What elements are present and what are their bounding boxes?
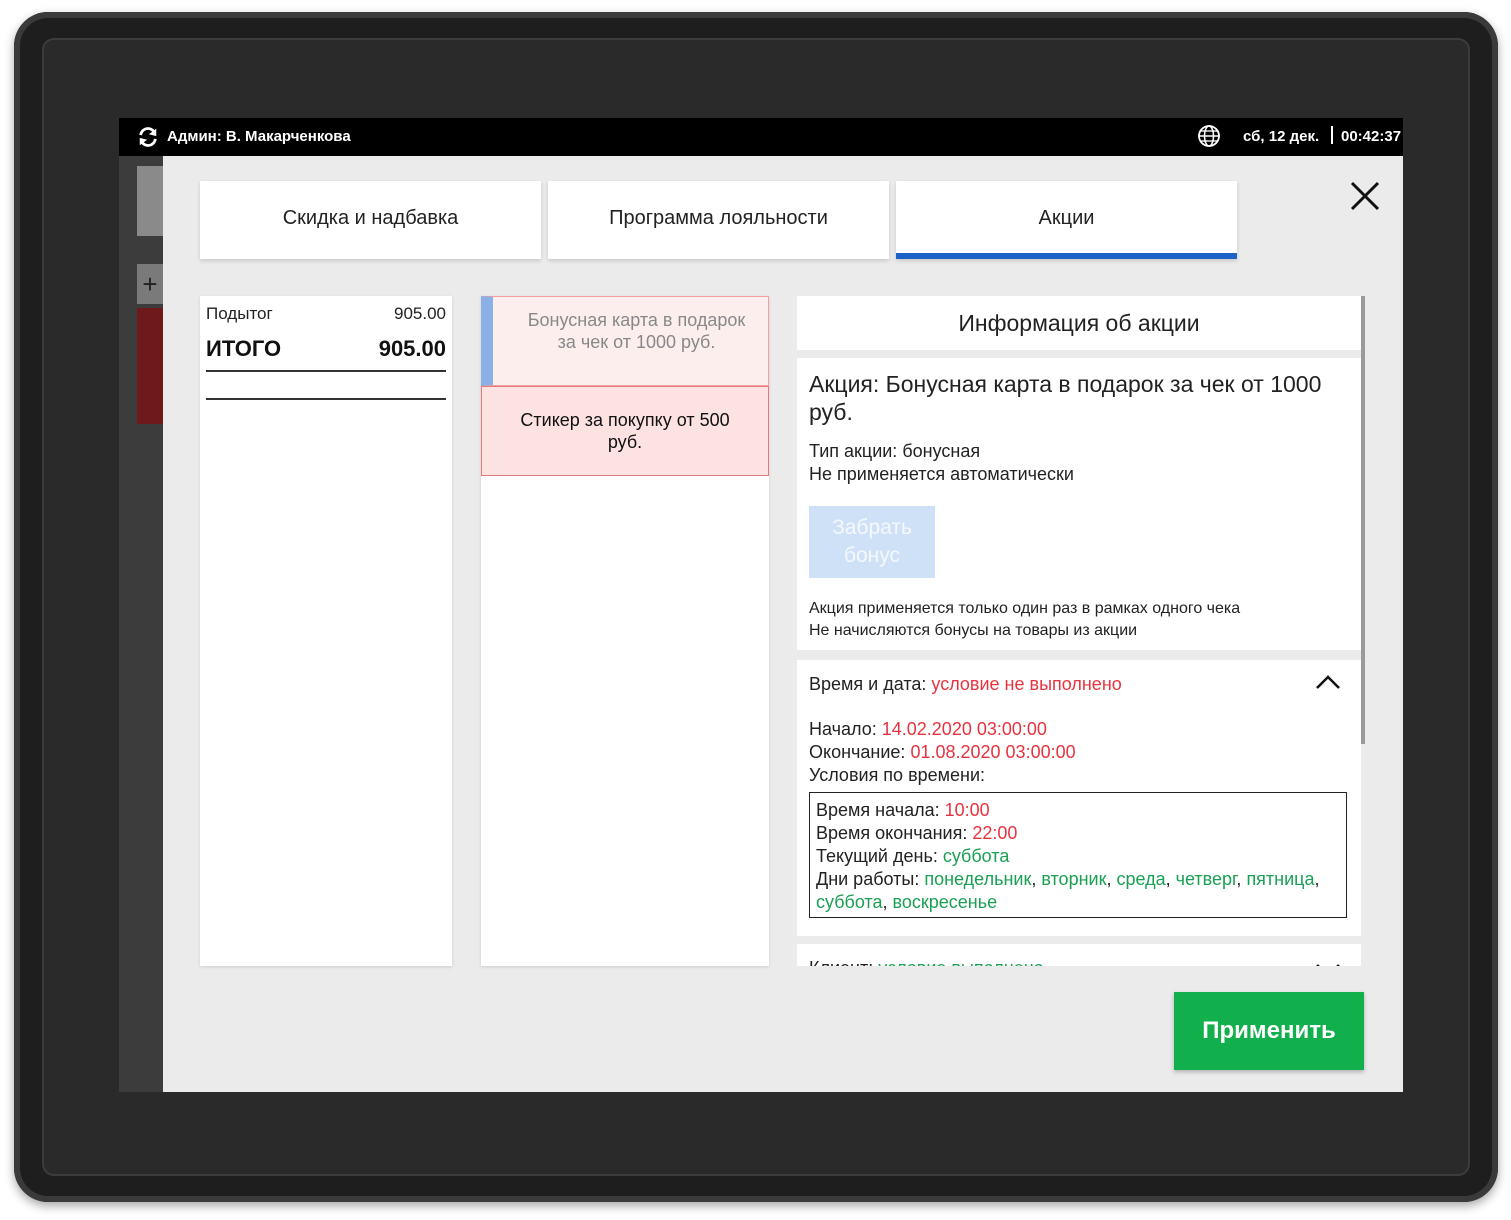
chevron-up-icon[interactable]: [1315, 674, 1341, 690]
time-end-label: Время окончания:: [816, 823, 968, 843]
start-row: Начало: 14.02.2020 03:00:00: [809, 718, 1076, 741]
end-value: 01.08.2020 03:00:00: [910, 742, 1076, 762]
promo-type-block: Тип акции: бонусная Не применяется автом…: [809, 440, 1074, 486]
subtotal-value: 905.00: [394, 304, 446, 323]
work-day: понедельник: [924, 869, 1032, 889]
background-add-button: +: [137, 264, 163, 304]
globe-icon[interactable]: [1197, 124, 1221, 148]
time-conditions-box: Время начала: 10:00 Время окончания: 22:…: [809, 792, 1347, 918]
sync-icon[interactable]: [137, 126, 159, 148]
end-label: Окончание:: [809, 742, 906, 762]
promo-item-bonus-card[interactable]: Бонусная карта в подарок за чек от 1000 …: [481, 296, 769, 386]
status-bar: Админ: В. Макарченкова сб, 12 дек. 00:42…: [119, 118, 1403, 156]
subtotal-label: Подытог: [206, 304, 273, 323]
status-separator: [1331, 126, 1333, 144]
current-day-label: Текущий день:: [816, 846, 938, 866]
close-icon[interactable]: [1349, 180, 1381, 212]
time-condition-header[interactable]: Время и дата: условие не выполнено: [809, 674, 1122, 695]
total-label: ИТОГО: [206, 336, 282, 361]
promo-auto: Не применяется автоматически: [809, 464, 1074, 484]
promo-item-sticker[interactable]: Стикер за покупку от 500 руб.: [481, 386, 769, 476]
info-title: Информация об акции: [797, 296, 1361, 350]
subtotal-row: Подытог 905.00: [206, 304, 446, 324]
work-day: пятница: [1246, 869, 1315, 889]
work-day: суббота: [816, 892, 883, 912]
end-row: Окончание: 01.08.2020 03:00:00: [809, 741, 1076, 764]
time-condition-label: Время и дата:: [809, 674, 927, 694]
background-back-button: [137, 166, 163, 236]
status-time: 00:42:37: [1341, 128, 1402, 145]
start-label: Начало:: [809, 719, 877, 739]
admin-name: Админ: В. Макарченкова: [167, 128, 351, 145]
rule-once: Акция применяется только один раз в рамк…: [809, 600, 1241, 617]
time-start-row: Время начала: 10:00: [816, 799, 1340, 822]
client-condition-label: Клиент:: [809, 958, 873, 966]
time-condition-section: Время и дата: условие не выполнено Начал…: [797, 660, 1361, 936]
time-start-label: Время начала:: [816, 800, 940, 820]
work-day: среда: [1116, 869, 1166, 889]
time-start-value: 10:00: [944, 800, 990, 820]
promo-details: Акция: Бонусная карта в подарок за чек о…: [797, 358, 1361, 650]
client-condition-header: Клиент: условие выполнено: [809, 958, 1044, 966]
time-condition-status: условие не выполнено: [931, 674, 1122, 694]
promo-type: Тип акции: бонусная: [809, 441, 981, 461]
time-end-value: 22:00: [972, 823, 1018, 843]
client-condition-section[interactable]: Клиент: условие выполнено: [797, 944, 1361, 966]
promo-info-panel: Информация об акции Акция: Бонусная карт…: [797, 296, 1365, 966]
background-table-card: [137, 308, 163, 424]
status-date: сб, 12 дек.: [1243, 128, 1320, 145]
tab-loyalty[interactable]: Программа лояльности: [548, 181, 889, 259]
conditions-label: Условия по времени:: [809, 765, 986, 785]
promotions-list: Бонусная карта в подарок за чек от 1000 …: [481, 296, 769, 966]
start-value: 14.02.2020 03:00:00: [881, 719, 1047, 739]
work-days-label: Дни работы:: [816, 869, 920, 889]
work-days-row: Дни работы: понедельник, вторник, среда,…: [816, 869, 1320, 912]
discount-modal: Скидка и надбавка Программа лояльности А…: [163, 156, 1403, 1092]
time-end-row: Время окончания: 22:00: [816, 822, 1340, 845]
current-day-row: Текущий день: суббота: [816, 845, 1340, 868]
totals-divider: [206, 398, 446, 400]
time-dates: Начало: 14.02.2020 03:00:00 Окончание: 0…: [809, 718, 1076, 787]
info-scrollbar[interactable]: [1361, 296, 1365, 744]
current-day-value: суббота: [942, 846, 1010, 866]
chevron-down-icon[interactable]: [1315, 962, 1341, 966]
promo-name: Акция: Бонусная карта в подарок за чек о…: [809, 371, 1322, 425]
total-value: 905.00: [378, 336, 446, 361]
take-bonus-button[interactable]: Забрать бонус: [809, 506, 935, 578]
rule-no-bonus: Не начисляются бонусы на товары из акции: [809, 622, 1138, 639]
work-day: четверг: [1175, 869, 1237, 889]
work-day: вторник: [1041, 869, 1107, 889]
apply-button[interactable]: Применить: [1174, 992, 1364, 1070]
tab-promotions[interactable]: Акции: [896, 181, 1237, 259]
tab-discount[interactable]: Скидка и надбавка: [200, 181, 541, 259]
total-row: ИТОГО 905.00: [206, 336, 446, 372]
work-day: воскресенье: [892, 892, 998, 912]
promo-rules: Акция применяется только один раз в рамк…: [809, 598, 1240, 642]
totals-panel: Подытог 905.00 ИТОГО 905.00: [200, 296, 452, 966]
client-condition-status: условие выполнено: [878, 958, 1043, 966]
screen: Админ: В. Макарченкова сб, 12 дек. 00:42…: [119, 118, 1403, 1092]
